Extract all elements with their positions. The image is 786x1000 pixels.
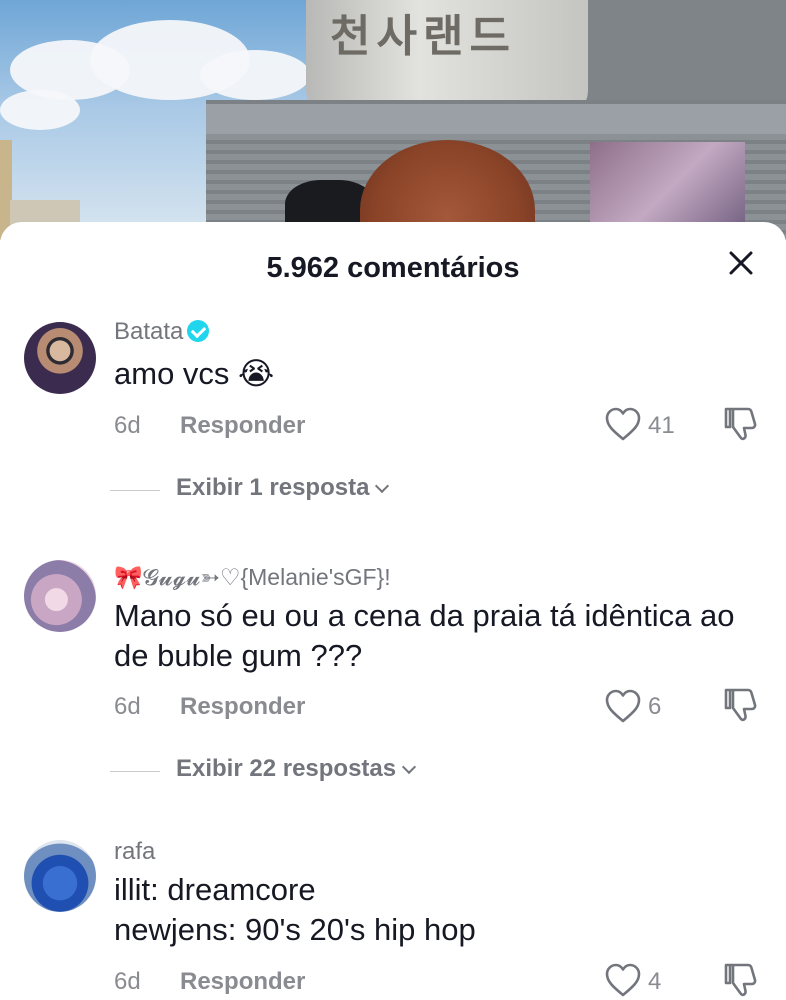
comments-count-title: 5.962 comentários (266, 252, 520, 284)
comment-username[interactable]: rafa (114, 838, 155, 866)
avatar[interactable] (24, 322, 96, 394)
comment-username[interactable]: 🎀𝓖𝓾𝓰𝓾➳♡{Melanie'sGF}! (114, 564, 391, 591)
comment-text: amo vcs 😭 (114, 356, 275, 391)
like-count: 4 (648, 968, 662, 995)
thumbs-down-icon[interactable] (722, 686, 760, 724)
like-count: 6 (648, 693, 662, 720)
avatar[interactable] (24, 560, 96, 632)
divider (110, 490, 160, 491)
comment-time: 6d (114, 693, 141, 720)
cloud (0, 90, 80, 130)
comment-time: 6d (114, 412, 141, 439)
heart-icon[interactable] (604, 406, 642, 442)
comment-text: Mano só eu ou a cena da praia tá idêntic… (114, 598, 735, 673)
video-background: 천사랜드 (0, 0, 786, 240)
comment-text-line: illit: dreamcore (114, 872, 316, 907)
comment-text-line: newjens: 90's 20's hip hop (114, 912, 476, 947)
close-button[interactable] (726, 248, 756, 278)
reply-button[interactable]: Responder (180, 412, 305, 440)
view-replies-label: Exibir 1 resposta (176, 474, 390, 502)
view-replies-label: Exibir 22 respostas (176, 755, 417, 783)
avatar[interactable] (24, 840, 96, 912)
chevron-down-icon (402, 759, 417, 775)
comment-username[interactable]: Batata (114, 318, 210, 346)
thumbs-down-icon[interactable] (722, 405, 760, 443)
reply-button[interactable]: Responder (180, 968, 305, 996)
chevron-down-icon (375, 478, 390, 494)
divider (110, 771, 160, 772)
thumbs-down-icon[interactable] (722, 961, 760, 999)
heart-icon[interactable] (604, 962, 642, 998)
comment-time: 6d (114, 968, 141, 995)
cloud (200, 50, 310, 100)
mall-railing (206, 104, 786, 134)
reply-button[interactable]: Responder (180, 693, 305, 721)
verified-badge-icon (187, 320, 210, 342)
close-icon (729, 251, 753, 275)
tower-sign: 천사랜드 (330, 11, 516, 62)
like-count: 41 (648, 412, 675, 439)
heart-icon[interactable] (604, 688, 642, 724)
